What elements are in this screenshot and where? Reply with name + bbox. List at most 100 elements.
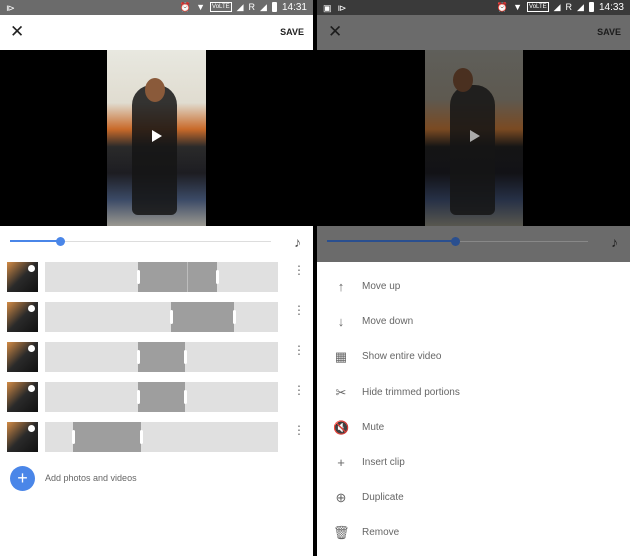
clock: 14:33 xyxy=(598,1,624,13)
volte-icon: VoLTE xyxy=(210,2,232,12)
scrubber-track[interactable] xyxy=(327,237,588,246)
clip-more-menu-icon[interactable]: ⋮ xyxy=(293,304,305,316)
clip-thumbnail[interactable] xyxy=(7,262,38,292)
roaming-label: R xyxy=(565,2,573,12)
menu-item-duplicate[interactable]: ⊕ Duplicate xyxy=(317,480,630,515)
clip-thumbnail[interactable] xyxy=(7,382,38,412)
trim-start-handle[interactable] xyxy=(169,310,173,324)
menu-item-move-down[interactable]: ↓ Move down xyxy=(317,304,630,339)
clip-trim-track[interactable] xyxy=(45,382,278,412)
trim-end-handle[interactable] xyxy=(232,310,236,324)
trash-icon: 🗑 xyxy=(333,525,350,541)
clip-trim-track[interactable] xyxy=(45,302,278,332)
clip-split-line xyxy=(187,262,189,292)
menu-item-label: Mute xyxy=(362,421,385,433)
trim-end-handle[interactable] xyxy=(216,270,220,284)
video-subject-head xyxy=(453,68,473,92)
playback-scrubber: ♪ xyxy=(0,226,313,256)
save-button[interactable]: SAVE xyxy=(597,27,621,37)
play-badge-icon xyxy=(28,265,35,272)
music-note-icon[interactable]: ♪ xyxy=(611,234,618,250)
app-bar-dimmed: ✕ SAVE xyxy=(317,15,630,50)
trim-end-handle[interactable] xyxy=(139,430,143,444)
close-button[interactable]: ✕ xyxy=(328,23,342,41)
clip-row: ⋮ xyxy=(0,260,313,294)
roaming-label: R xyxy=(248,2,256,12)
close-button[interactable]: ✕ xyxy=(10,23,24,41)
clip-trim-track[interactable] xyxy=(45,422,278,452)
alarm-icon: ⏰ xyxy=(496,2,509,12)
clock: 14:31 xyxy=(281,1,307,13)
clip-trim-track[interactable] xyxy=(45,342,278,372)
menu-item-insert-clip[interactable]: + Insert clip xyxy=(317,445,630,480)
menu-item-label: Insert clip xyxy=(362,457,405,468)
video-subject-head xyxy=(145,78,165,102)
arrow-down-icon: ↓ xyxy=(337,314,345,330)
play-badge-icon xyxy=(28,305,35,312)
battery-icon xyxy=(588,2,594,12)
menu-item-label: Show entire video xyxy=(362,351,442,363)
clip-more-menu-icon[interactable]: ⋮ xyxy=(293,344,305,356)
clip-row: ⋮ xyxy=(0,300,313,334)
play-badge-icon xyxy=(28,345,35,352)
roaming-signal-icon: ◢ xyxy=(577,2,584,12)
plus-icon: + xyxy=(337,455,345,470)
clip-thumbnail[interactable] xyxy=(7,422,38,452)
signal-icon: ◢ xyxy=(553,2,561,12)
play-icon[interactable] xyxy=(470,130,480,142)
trim-end-handle[interactable] xyxy=(183,390,187,404)
status-bar: ⧐ ⏰ ▼ VoLTE ◢ R ◢ 14:31 xyxy=(0,0,313,15)
save-button[interactable]: SAVE xyxy=(280,27,304,37)
clip-trim-track[interactable] xyxy=(45,262,278,292)
play-badge-icon xyxy=(28,385,35,392)
arrow-up-icon: ↑ xyxy=(337,279,345,294)
clip-options-screen: ▣ ⧐ ⏰ ▼ VoLTE ◢ R ◢ 14:33 ✕ SAVE ♪ ↑ Mov… xyxy=(317,0,630,556)
trim-start-handle[interactable] xyxy=(137,350,141,364)
video-subject xyxy=(132,85,177,215)
add-button[interactable]: + xyxy=(10,466,35,491)
music-note-icon[interactable]: ♪ xyxy=(294,234,301,250)
image-icon: ▣ xyxy=(323,3,332,13)
play-icon[interactable] xyxy=(152,130,162,142)
play-badge-icon xyxy=(28,425,35,432)
menu-item-show-entire-video[interactable]: ▦ Show entire video xyxy=(317,339,630,374)
clip-more-menu-icon[interactable]: ⋮ xyxy=(293,264,305,276)
menu-item-label: Duplicate xyxy=(362,492,404,504)
menu-item-hide-trimmed-portions[interactable]: ✂ Hide trimmed portions xyxy=(317,375,630,410)
menu-item-remove[interactable]: 🗑 Remove xyxy=(317,515,630,550)
video-preview xyxy=(317,50,630,226)
cast-icon: ⧐ xyxy=(337,3,347,13)
trim-end-handle[interactable] xyxy=(183,350,187,364)
trim-start-handle[interactable] xyxy=(137,390,141,404)
clip-thumbnail[interactable] xyxy=(7,302,38,332)
clip-selected-range xyxy=(138,382,185,412)
film-icon: ▦ xyxy=(334,349,348,365)
scrubber-handle[interactable] xyxy=(55,237,65,246)
trim-start-handle[interactable] xyxy=(137,270,141,284)
scrubber-track[interactable] xyxy=(10,237,271,246)
signal-icon: ◢ xyxy=(236,2,244,12)
video-preview xyxy=(0,50,313,226)
menu-item-label: Move down xyxy=(362,316,414,328)
clip-options-sheet: ↑ Move up ↓ Move down ▦ Show entire video ✂… xyxy=(317,262,630,556)
add-media-label[interactable]: Add photos and videos xyxy=(45,473,137,483)
scrubber-handle[interactable] xyxy=(450,237,460,246)
alarm-icon: ⏰ xyxy=(179,2,192,12)
menu-item-mute[interactable]: 🔇 Mute xyxy=(317,410,630,445)
menu-item-move-up[interactable]: ↑ Move up xyxy=(317,269,630,304)
editor-screen: ⧐ ⏰ ▼ VoLTE ◢ R ◢ 14:31 ✕ SAVE ♪ ⋮ ⋮ ⋮ ⋮… xyxy=(0,0,313,556)
scrubber-progress xyxy=(10,240,60,242)
add-media-row[interactable]: + Add photos and videos xyxy=(0,466,313,492)
volte-icon: VoLTE xyxy=(527,2,549,12)
trim-start-handle[interactable] xyxy=(71,430,75,444)
video-frame[interactable] xyxy=(107,50,206,226)
video-frame[interactable] xyxy=(425,50,523,226)
clip-row: ⋮ xyxy=(0,380,313,414)
cast-icon: ⧐ xyxy=(6,3,15,13)
menu-item-label: Remove xyxy=(362,527,400,539)
video-subject xyxy=(450,85,495,215)
clip-more-menu-icon[interactable]: ⋮ xyxy=(293,384,305,396)
clip-more-menu-icon[interactable]: ⋮ xyxy=(293,424,305,436)
clip-selected-range xyxy=(138,262,218,292)
clip-thumbnail[interactable] xyxy=(7,342,38,372)
